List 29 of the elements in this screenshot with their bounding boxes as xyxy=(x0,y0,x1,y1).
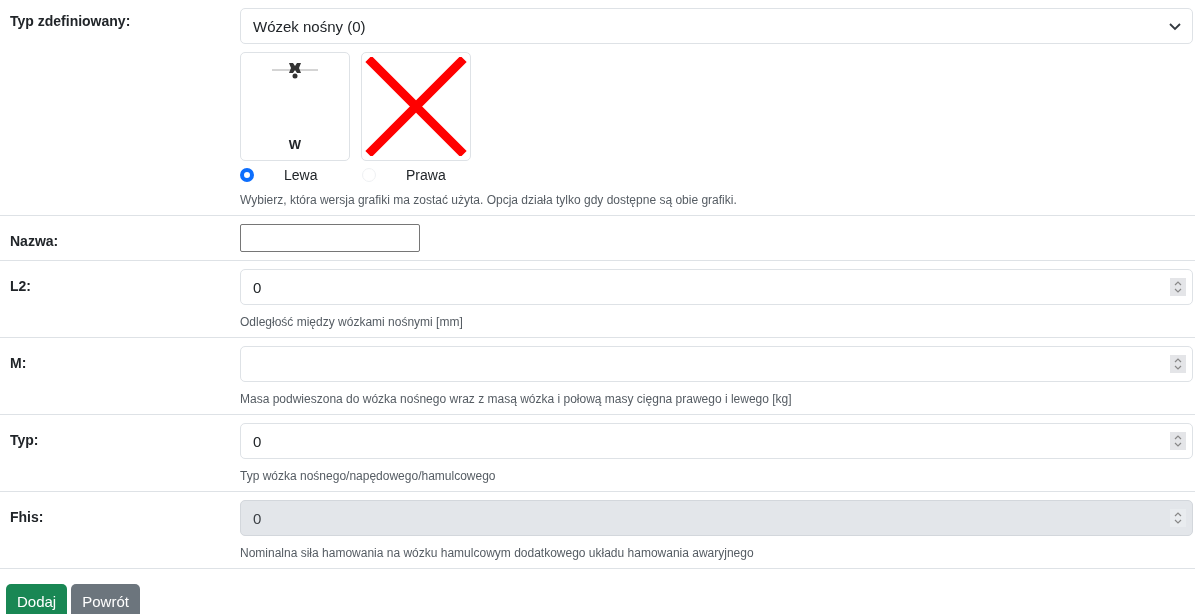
radio-label: Lewa xyxy=(284,167,318,183)
number-input[interactable] xyxy=(240,346,1193,382)
number-input[interactable]: 0 xyxy=(240,269,1193,305)
number-input[interactable]: 0 xyxy=(240,423,1193,459)
field-label: L2: xyxy=(9,277,32,296)
spinner-icon xyxy=(1170,432,1186,450)
field-label: Nazwa: xyxy=(9,232,60,251)
radio-button[interactable] xyxy=(240,168,254,182)
help-text: Masa podwieszona do wózka nośnego wraz z masą wózka i połową masy cięgna prawego i lewego [kg] xyxy=(240,392,793,406)
number-input: 0 xyxy=(240,500,1193,536)
field-label: Typ zdefiniowany: xyxy=(9,12,132,31)
name-input[interactable] xyxy=(240,224,420,252)
help-text: Typ wózka nośnego/napędowego/hamulcowego xyxy=(240,469,497,483)
cross-icon xyxy=(365,57,467,156)
field-label: Fhis: xyxy=(9,508,45,527)
help-text: Nominalna siła hamowania na wózku hamulcowym dodatkowego układu hamowania awaryjnego xyxy=(240,546,755,560)
field-label: Typ: xyxy=(9,431,40,450)
spinner-icon xyxy=(1170,278,1186,296)
action-button[interactable]: Powrót xyxy=(71,584,140,614)
image-thumbnail[interactable] xyxy=(361,52,471,161)
radio-label: Prawa xyxy=(406,167,446,183)
action-button[interactable]: Dodaj xyxy=(6,584,68,614)
help-text: Wybierz, która wersja grafiki ma zostać użyta. Opcja działa tylko gdy dostępne są obie grafiki. xyxy=(240,193,738,207)
help-text: Odległość między wózkami nośnymi [mm] xyxy=(240,315,464,329)
type-select[interactable]: Wózek nośny (0) xyxy=(240,8,1193,44)
spinner-icon xyxy=(1170,509,1186,527)
field-label: M: xyxy=(9,354,28,373)
spinner-icon xyxy=(1170,355,1186,373)
image-thumbnail[interactable]: W xyxy=(240,52,350,161)
